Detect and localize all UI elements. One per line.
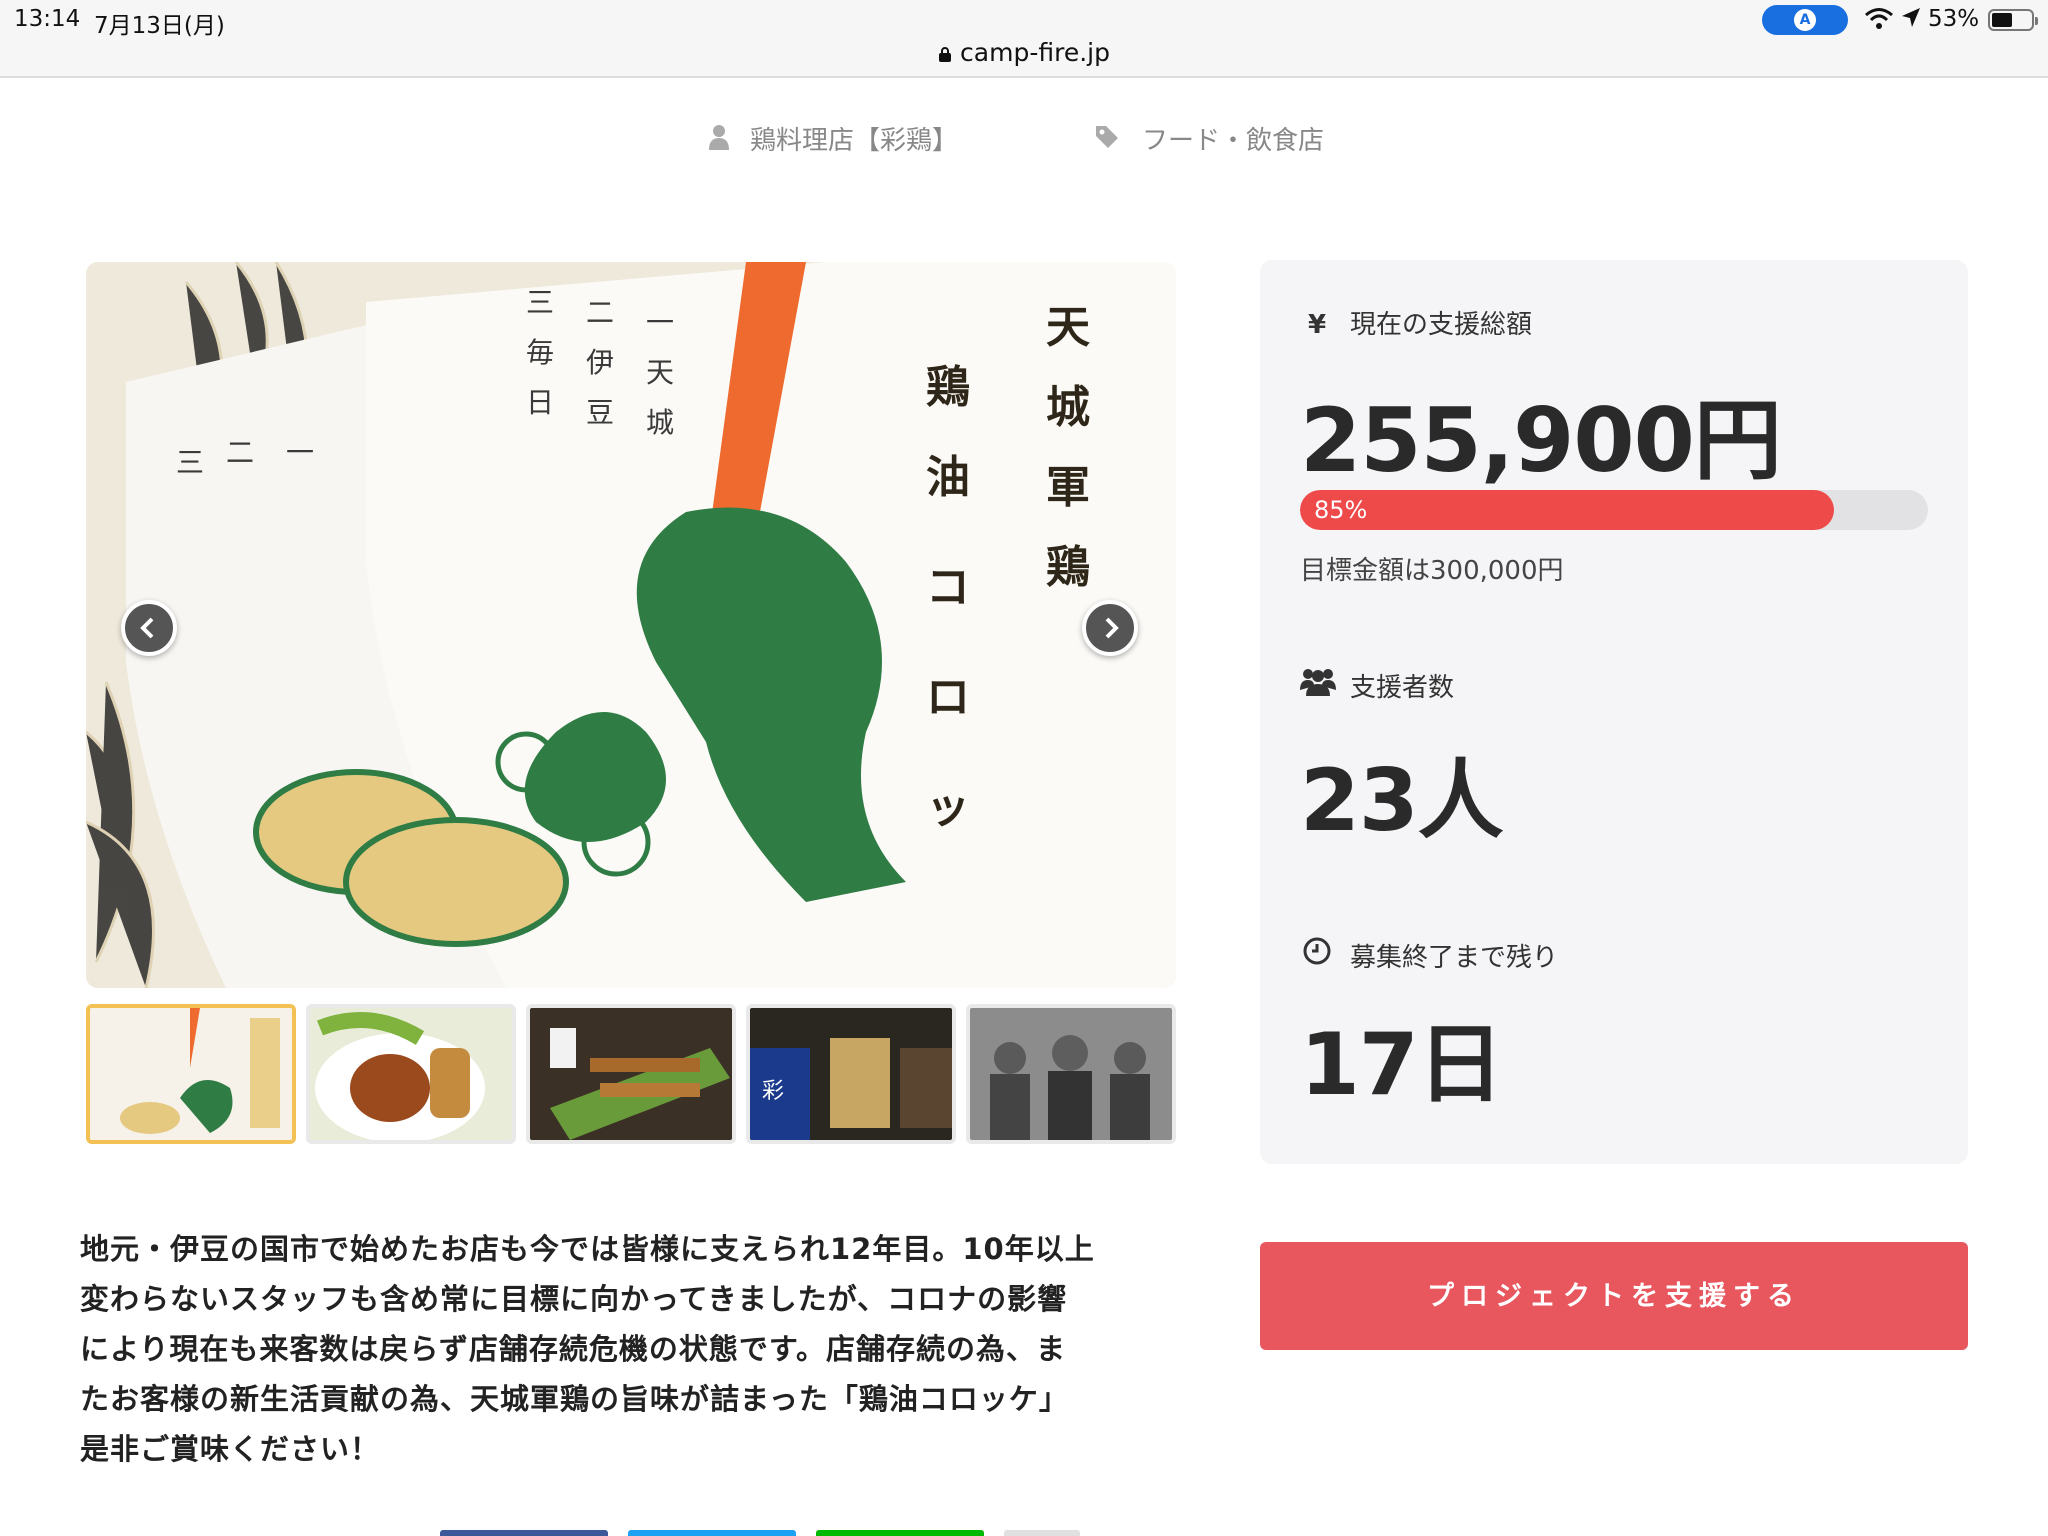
svg-text:彩: 彩 bbox=[762, 1079, 784, 1104]
funding-progress-bar: 85% bbox=[1300, 490, 1928, 530]
url-text: camp-fire.jp bbox=[960, 38, 1110, 67]
carousel-prev-button[interactable] bbox=[121, 600, 177, 656]
svg-text:三: 三 bbox=[526, 286, 554, 319]
twitter-share-button[interactable] bbox=[628, 1530, 796, 1536]
progress-percent: 85% bbox=[1314, 496, 1368, 524]
thumbnail-croquette-package[interactable] bbox=[86, 1004, 296, 1144]
amount-heading: ¥ 現在の支援総額 bbox=[1300, 304, 1532, 341]
svg-text:日: 日 bbox=[526, 386, 554, 419]
remaining-label: 募集終了まで残り bbox=[1350, 943, 1559, 973]
svg-text:油: 油 bbox=[926, 452, 970, 503]
svg-text:毎: 毎 bbox=[526, 336, 554, 369]
ios-status-bar: 13:14 7月13日(月) camp-fire.jp A 53% bbox=[0, 0, 2048, 78]
line-share-button[interactable] bbox=[816, 1530, 984, 1536]
svg-text:一: 一 bbox=[286, 436, 314, 469]
lock-icon bbox=[939, 47, 952, 62]
svg-text:二: 二 bbox=[586, 296, 614, 329]
svg-text:天: 天 bbox=[1046, 302, 1090, 353]
project-owner-link[interactable]: 鶏料理店【彩鶏】 bbox=[750, 120, 958, 157]
progress-fill: 85% bbox=[1300, 490, 1834, 530]
supporters-heading: 支援者数 bbox=[1300, 666, 1454, 704]
svg-text:鶏: 鶏 bbox=[926, 362, 970, 413]
status-time: 13:14 bbox=[14, 6, 81, 32]
description-line: 変わらないスタッフも含め常に目標に向かってきましたが、コロナの影響 bbox=[80, 1282, 1068, 1316]
thumbnail-skewers[interactable] bbox=[526, 1004, 736, 1144]
svg-text:ッ: ッ bbox=[926, 782, 970, 833]
thumbnail-staff-photo[interactable] bbox=[966, 1004, 1176, 1144]
carousel-next-button[interactable] bbox=[1082, 600, 1138, 656]
chevron-left-icon bbox=[140, 617, 154, 639]
svg-text:伊: 伊 bbox=[586, 346, 614, 379]
project-description: 地元・伊豆の国市で始めたお店も今では皆様に支えられ12年目。10年以上 変わらない… bbox=[80, 1224, 1180, 1474]
user-icon bbox=[709, 125, 729, 150]
funding-stats-panel: ¥ 現在の支援総額 255,900円 85% 目標金額は300,000円 支援者数… bbox=[1260, 260, 1968, 1164]
svg-text:軍: 軍 bbox=[1046, 462, 1090, 513]
svg-text:ロ: ロ bbox=[926, 672, 970, 723]
amount-label: 現在の支援総額 bbox=[1350, 310, 1533, 340]
thumbnail-fried-dish[interactable] bbox=[306, 1004, 516, 1144]
description-line: 地元・伊豆の国市で始めたお店も今では皆様に支えられ12年目。10年以上 bbox=[80, 1232, 1095, 1266]
project-category-link[interactable]: フード・飲食店 bbox=[1142, 120, 1324, 157]
description-line: により現在も来客数は戻らず店舗存続危機の状態です。店舗存続の為、ま bbox=[80, 1332, 1066, 1366]
status-date: 7月13日(月) bbox=[94, 13, 225, 39]
svg-text:豆: 豆 bbox=[586, 396, 614, 429]
description-line: たお客様の新生活貢献の為、天城軍鶏の旨味が詰まった「鶏油コロッケ」 bbox=[80, 1382, 1069, 1416]
thumbnail-storefront[interactable]: 彩 bbox=[746, 1004, 956, 1144]
project-meta: 鶏料理店【彩鶏】 フード・飲食店 bbox=[0, 118, 2048, 158]
navigation-pill-icon: A bbox=[1762, 5, 1848, 35]
location-arrow-icon bbox=[1902, 8, 1920, 27]
supporters-label: 支援者数 bbox=[1350, 673, 1455, 703]
tag-icon bbox=[1096, 126, 1118, 148]
yen-icon: ¥ bbox=[1307, 310, 1327, 340]
supporters-value: 23人 bbox=[1300, 751, 1504, 851]
share-buttons-row bbox=[440, 1530, 1080, 1536]
project-main-image: 天城軍鶏 鶏油コロッ 一天城 二伊豆 三毎日 一二三 bbox=[86, 262, 1176, 988]
battery-percent: 53% bbox=[1928, 6, 1980, 32]
wifi-icon bbox=[1865, 8, 1893, 29]
description-line: 是非ご賞味ください！ bbox=[80, 1432, 381, 1466]
remaining-value: 17日 bbox=[1300, 1015, 1504, 1115]
svg-text:城: 城 bbox=[1046, 382, 1090, 433]
svg-text:コ: コ bbox=[926, 562, 970, 613]
croquette-package-image: 天城軍鶏 鶏油コロッ 一天城 二伊豆 三毎日 一二三 bbox=[86, 262, 1176, 988]
remaining-heading: 募集終了まで残り bbox=[1300, 936, 1558, 974]
battery-icon bbox=[1988, 9, 2038, 31]
chevron-right-icon bbox=[1105, 617, 1119, 639]
svg-text:二: 二 bbox=[226, 436, 254, 469]
amount-value: 255,900円 bbox=[1300, 389, 1782, 492]
users-icon bbox=[1300, 666, 1336, 703]
thumbnail-strip: 彩 bbox=[86, 1004, 1176, 1144]
address-bar[interactable]: camp-fire.jp bbox=[0, 38, 2048, 67]
svg-text:三: 三 bbox=[176, 446, 204, 479]
svg-text:城: 城 bbox=[646, 406, 674, 439]
facebook-share-button[interactable] bbox=[440, 1530, 608, 1536]
svg-text:一: 一 bbox=[646, 306, 674, 339]
goal-amount: 目標金額は300,000円 bbox=[1300, 556, 1564, 586]
svg-text:天: 天 bbox=[646, 356, 674, 389]
support-project-button[interactable]: プロジェクトを支援する bbox=[1260, 1242, 1968, 1350]
svg-text:鶏: 鶏 bbox=[1046, 542, 1090, 593]
more-share-button[interactable] bbox=[1004, 1530, 1080, 1536]
clock-icon bbox=[1300, 936, 1334, 973]
